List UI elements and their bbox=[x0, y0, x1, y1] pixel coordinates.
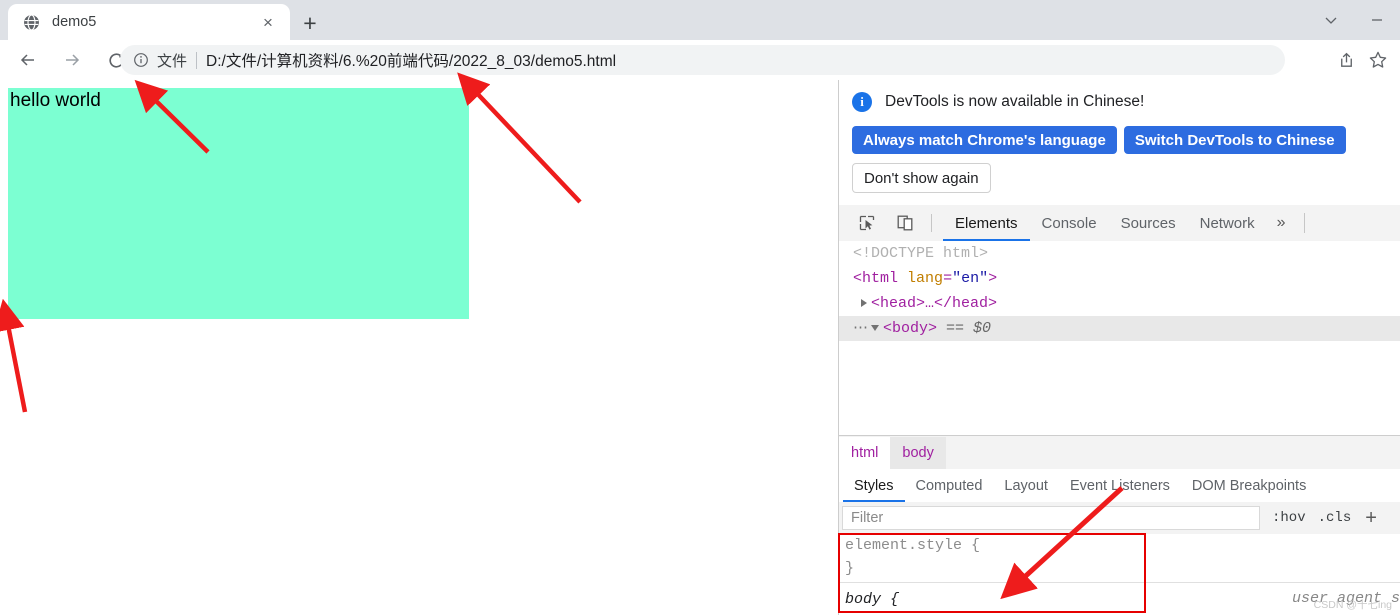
omnibox-divider bbox=[196, 51, 198, 69]
tab-elements[interactable]: Elements bbox=[943, 206, 1030, 241]
dom-tree: <!DOCTYPE html> <html lang="en"> <head>…… bbox=[839, 241, 1400, 435]
html-tag-name: html bbox=[862, 270, 899, 287]
switch-devtools-language-button[interactable]: Switch DevTools to Chinese bbox=[1123, 126, 1346, 154]
tab-event-listeners[interactable]: Event Listeners bbox=[1059, 470, 1181, 502]
element-style-selector-text: element.style { bbox=[845, 537, 981, 554]
tab-strip: demo5 × + bbox=[0, 0, 1400, 40]
tab-search-icon[interactable] bbox=[1308, 0, 1354, 40]
watermark: CSDN @十七ing bbox=[1313, 599, 1392, 611]
url-text[interactable]: D:/文件/计算机资料/6.%20前端代码/2022_8_03/demo5.ht… bbox=[206, 49, 616, 71]
tab-title: demo5 bbox=[52, 14, 97, 30]
devtools-panel: i DevTools is now available in Chinese! … bbox=[839, 80, 1400, 615]
element-style-selector[interactable]: element.style { bbox=[839, 534, 1400, 557]
page-viewport: hello world bbox=[0, 80, 838, 615]
node-menu-icon[interactable]: ⋯ bbox=[853, 320, 869, 337]
tab-network[interactable]: Network bbox=[1188, 206, 1267, 241]
url-scheme-label: 文件 bbox=[157, 52, 188, 70]
device-toolbar-icon[interactable] bbox=[890, 208, 920, 238]
styles-sidebar-tab-bar: Styles Computed Layout Event Listeners D… bbox=[839, 469, 1400, 503]
breadcrumb-item-body[interactable]: body bbox=[890, 436, 946, 469]
devtools-language-notice: i DevTools is now available in Chinese! … bbox=[839, 80, 1400, 206]
page-body-box bbox=[8, 88, 469, 319]
browser-tab-demo5[interactable]: demo5 × bbox=[8, 4, 290, 40]
minimize-icon[interactable] bbox=[1354, 0, 1400, 40]
back-icon[interactable] bbox=[10, 42, 46, 78]
info-icon: i bbox=[852, 92, 872, 112]
page-text: hello world bbox=[10, 90, 101, 111]
always-match-language-button[interactable]: Always match Chrome's language bbox=[852, 126, 1117, 154]
html-attr-name: lang bbox=[907, 270, 944, 287]
dom-line-body[interactable]: ⋯ <body> == $0 bbox=[839, 316, 1400, 341]
body-node-text: <body> bbox=[883, 320, 938, 337]
toolbar-right-actions bbox=[1330, 44, 1394, 76]
doctype-text: <!DOCTYPE html> bbox=[853, 245, 989, 262]
rule-divider bbox=[839, 582, 1400, 583]
devtools-toolbar-divider bbox=[931, 214, 932, 232]
body-selector-text: body { bbox=[845, 591, 900, 608]
dom-line-html[interactable]: <html lang="en"> bbox=[839, 266, 1400, 291]
breadcrumb-item-html[interactable]: html bbox=[839, 436, 891, 469]
dom-line-head[interactable]: <head>…</head> bbox=[839, 291, 1400, 316]
dom-line-doctype[interactable]: <!DOCTYPE html> bbox=[839, 241, 1400, 266]
new-style-rule-button[interactable]: + bbox=[1365, 508, 1377, 528]
notice-message: DevTools is now available in Chinese! bbox=[885, 93, 1145, 110]
cls-toggle-button[interactable]: .cls bbox=[1318, 510, 1352, 526]
share-icon[interactable] bbox=[1330, 44, 1362, 76]
tab-sources[interactable]: Sources bbox=[1109, 206, 1188, 241]
close-icon[interactable]: × bbox=[256, 10, 280, 34]
html-attr-value: "en" bbox=[952, 270, 989, 287]
devtools-tab-bar: Elements Console Sources Network » bbox=[839, 205, 1400, 242]
new-tab-button[interactable]: + bbox=[296, 9, 324, 37]
notice-button-row: Always match Chrome's language Switch De… bbox=[852, 126, 1346, 154]
window-controls bbox=[1308, 0, 1400, 40]
forward-icon[interactable] bbox=[54, 42, 90, 78]
devtools-toolbar-end-divider bbox=[1303, 213, 1305, 233]
body-node-suffix: == $0 bbox=[946, 320, 992, 337]
element-style-close-brace: } bbox=[845, 560, 855, 577]
tab-styles[interactable]: Styles bbox=[843, 470, 905, 502]
chevron-right-icon[interactable] bbox=[861, 299, 867, 308]
star-icon[interactable] bbox=[1362, 44, 1394, 76]
address-bar[interactable]: 文件 D:/文件/计算机资料/6.%20前端代码/2022_8_03/demo5… bbox=[120, 45, 1285, 75]
tab-layout[interactable]: Layout bbox=[993, 470, 1059, 502]
browser-toolbar: 文件 D:/文件/计算机资料/6.%20前端代码/2022_8_03/demo5… bbox=[0, 40, 1400, 80]
dom-breadcrumb: html body bbox=[839, 435, 1400, 470]
chevron-down-icon[interactable] bbox=[871, 325, 879, 332]
dont-show-again-button[interactable]: Don't show again bbox=[852, 163, 991, 193]
tab-computed[interactable]: Computed bbox=[905, 470, 994, 502]
globe-icon bbox=[22, 13, 40, 31]
tab-console[interactable]: Console bbox=[1030, 206, 1109, 241]
inspect-element-icon[interactable] bbox=[852, 208, 882, 238]
hov-toggle-button[interactable]: :hov bbox=[1272, 510, 1306, 526]
notice-message-row: i DevTools is now available in Chinese! bbox=[852, 92, 1144, 112]
rule-element-style[interactable]: element.style { } bbox=[839, 534, 1400, 580]
styles-filter-input[interactable]: Filter bbox=[842, 506, 1260, 530]
head-node-text: <head>…</head> bbox=[871, 295, 998, 312]
more-tabs-icon[interactable]: » bbox=[1267, 206, 1296, 241]
site-info-icon[interactable] bbox=[132, 51, 150, 69]
styles-filter-bar: Filter :hov .cls + bbox=[839, 502, 1400, 535]
tab-dom-breakpoints[interactable]: DOM Breakpoints bbox=[1181, 470, 1317, 502]
element-style-close: } bbox=[839, 557, 1400, 580]
browser-window: demo5 × + 文件 D:/文件/计算机资料/6.%20前端代码/2022_… bbox=[0, 0, 1400, 615]
